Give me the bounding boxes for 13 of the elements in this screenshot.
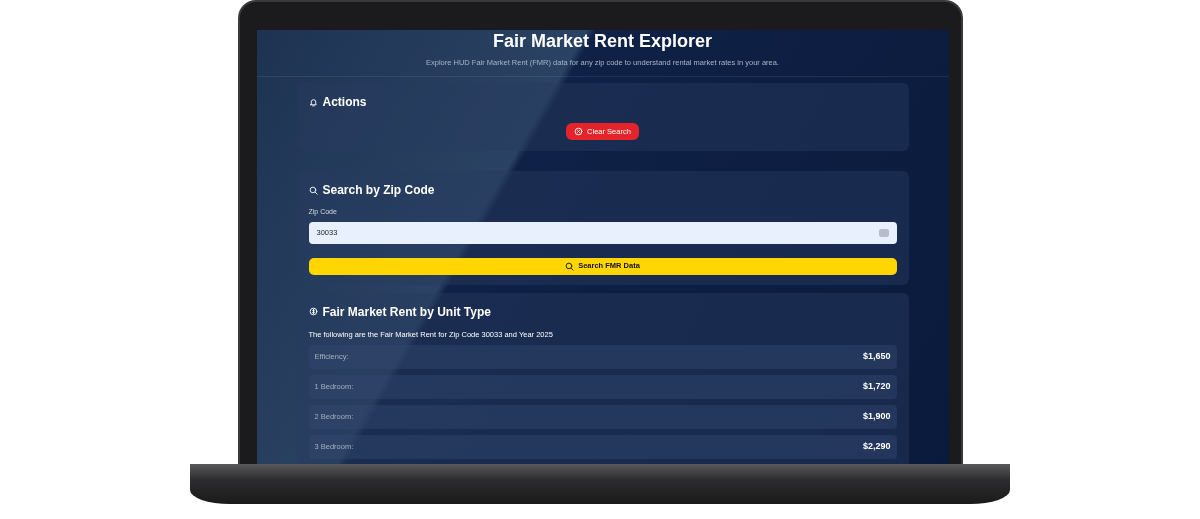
search-icon xyxy=(308,185,318,195)
close-circle-icon xyxy=(574,127,584,137)
search-icon xyxy=(565,261,575,271)
rent-value: $2,290 xyxy=(862,440,891,454)
panel-title: Fair Market Rent by Unit Type xyxy=(322,303,491,321)
page-title: Fair Market Rent Explorer xyxy=(491,32,714,52)
rent-value: $1,900 xyxy=(862,410,891,424)
panel-title: Actions xyxy=(322,94,367,112)
panel-title: Search by Zip Code xyxy=(322,182,435,200)
dollar-circle-icon xyxy=(308,307,318,317)
rent-value: $1,650 xyxy=(862,350,891,364)
bell-icon xyxy=(308,97,318,107)
rent-value: $1,720 xyxy=(862,380,891,394)
